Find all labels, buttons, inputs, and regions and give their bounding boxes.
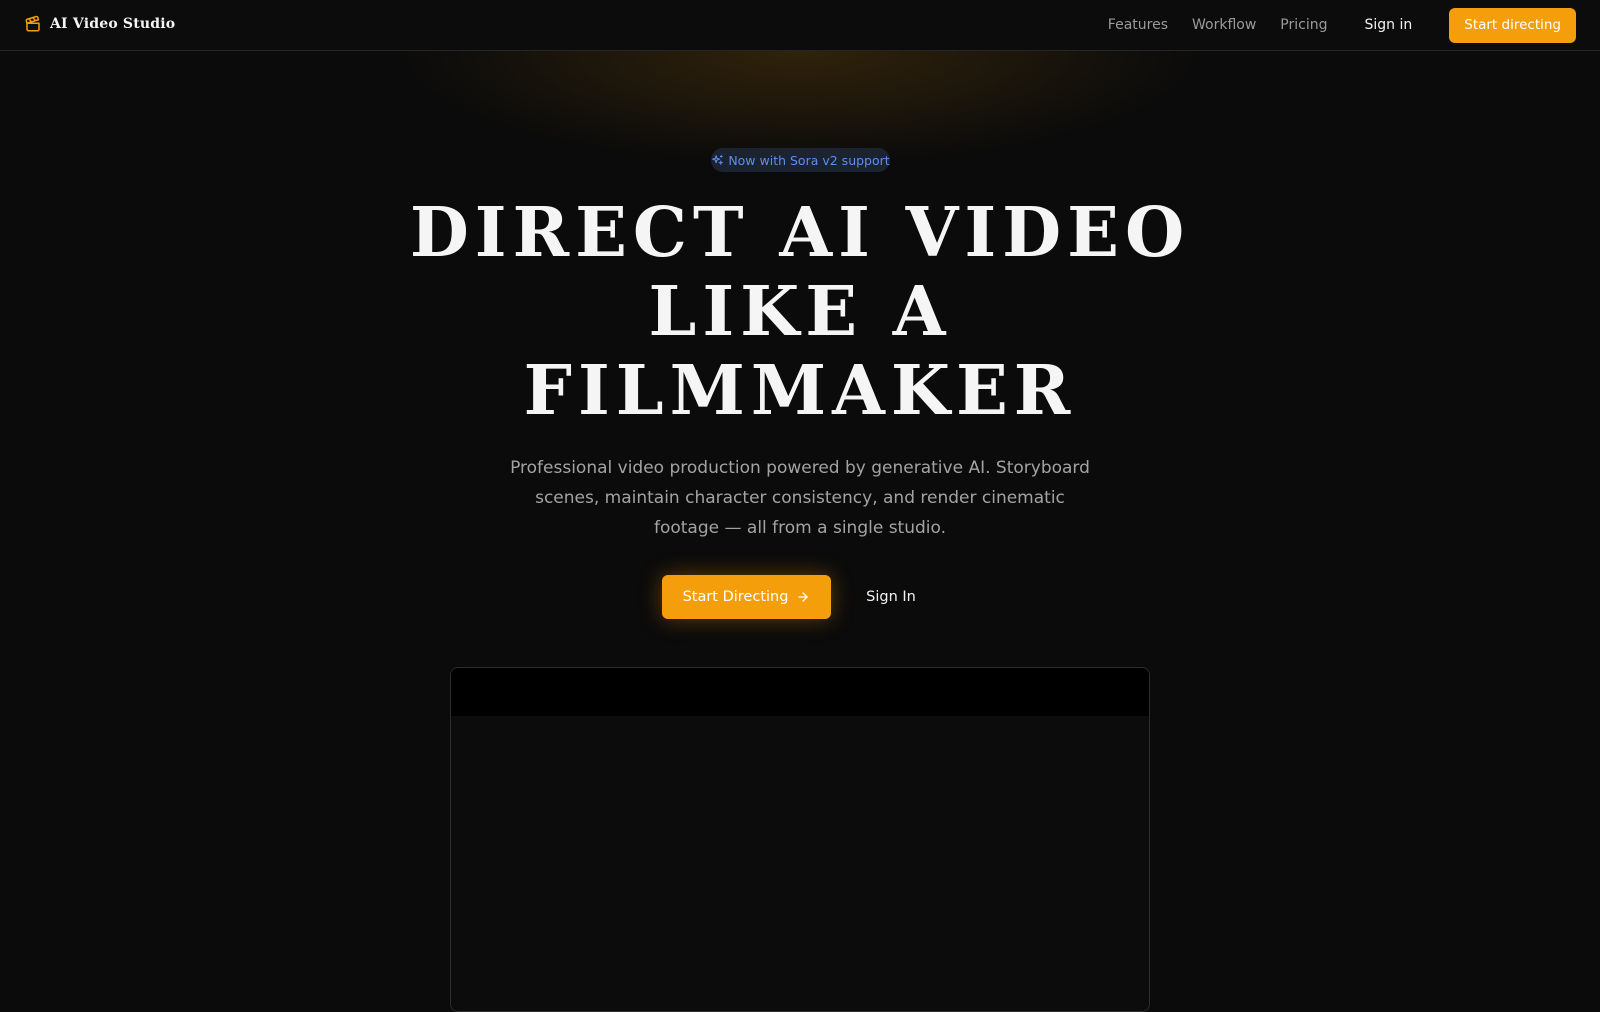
nav-start-directing-button[interactable]: Start directing <box>1449 7 1576 43</box>
preview-canvas <box>451 716 1149 1011</box>
hero-glow <box>400 51 1200 211</box>
hero-signin-link[interactable]: Sign In <box>848 575 934 619</box>
start-directing-button[interactable]: Start Directing <box>662 575 831 619</box>
top-nav: AI Video Studio Features Workflow Pricin… <box>0 0 1600 51</box>
nav-link-features[interactable]: Features <box>1108 17 1168 33</box>
announcement-badge[interactable]: Now with Sora v2 support <box>711 148 890 172</box>
brand-name: AI Video Studio <box>50 16 176 32</box>
nav-link-pricing[interactable]: Pricing <box>1280 17 1327 33</box>
badge-text: Now with Sora v2 support <box>728 152 890 168</box>
nav-signin-link[interactable]: Sign in <box>1365 17 1413 33</box>
headline-line-1: DIRECT AI VIDEO <box>409 193 1191 273</box>
start-directing-label: Start Directing <box>682 589 789 605</box>
hero-headline: DIRECT AI VIDEO LIKE A FILMMAKER <box>300 194 1300 431</box>
hero-subtitle: Professional video production powered by… <box>510 458 1090 538</box>
arrow-right-icon <box>798 592 809 602</box>
headline-line-3: FILMMAKER <box>523 351 1077 431</box>
brand-logo-link[interactable]: AI Video Studio <box>24 15 175 33</box>
nav-links: Features Workflow Pricing Sign in Start … <box>1084 0 1576 50</box>
headline-line-2: LIKE A <box>648 272 952 352</box>
sparkles-icon <box>712 154 724 165</box>
clapperboard-icon <box>25 15 40 32</box>
nav-link-workflow[interactable]: Workflow <box>1192 17 1256 33</box>
preview-toolbar <box>451 668 1149 716</box>
studio-preview-panel <box>450 667 1150 1012</box>
